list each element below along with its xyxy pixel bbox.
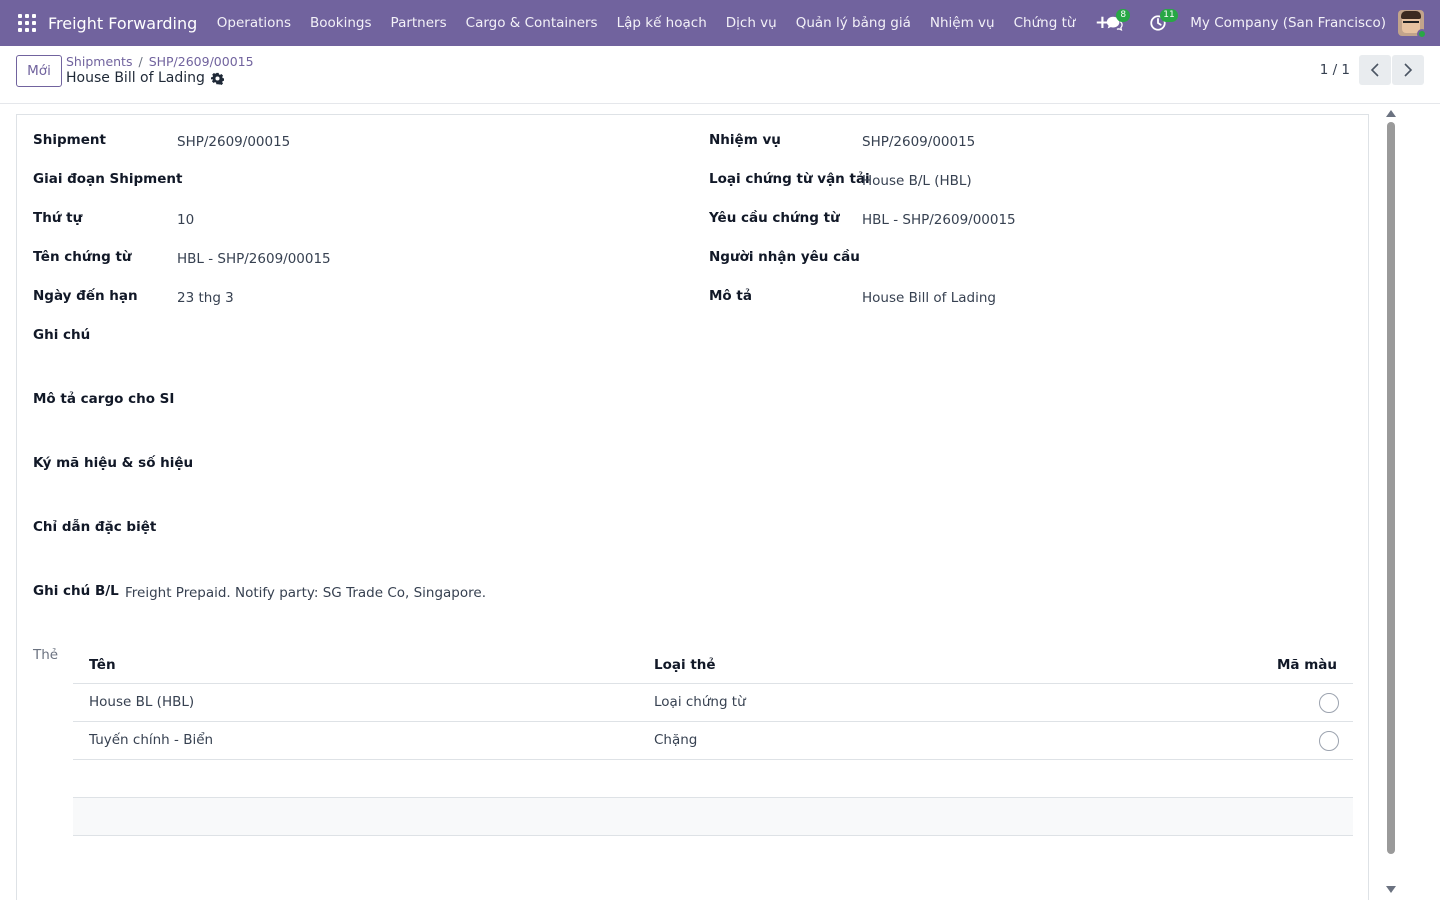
form-sheet: Shipment SHP/2609/00015 Giai đoạn Shipme… — [16, 114, 1369, 900]
field-description[interactable]: House Bill of Lading — [862, 290, 996, 306]
messages-badge: 8 — [1116, 9, 1131, 22]
apps-menu-icon[interactable] — [18, 14, 36, 32]
field-bl-note[interactable]: Freight Prepaid. Notify party: SG Trade … — [125, 585, 486, 601]
menu-item-operations[interactable]: Operations — [207, 0, 300, 46]
avatar-glasses — [1403, 21, 1419, 25]
breadcrumb-shipments[interactable]: Shipments — [66, 54, 132, 69]
main-menu: Operations Bookings Partners Cargo & Con… — [207, 0, 1120, 46]
table-header: Tên Loại thẻ Mã màu — [73, 645, 1353, 684]
navbar-systray: 8 11 My Company (San Francisco) — [1102, 0, 1440, 46]
record-title: House Bill of Lading — [66, 70, 224, 86]
field-label-bl-note: Ghi chú B/L — [33, 583, 119, 599]
field-label-description: Mô tả — [709, 288, 752, 304]
new-button[interactable]: Mới — [16, 55, 62, 87]
field-label-marks-numbers: Ký mã hiệu & số hiệu — [33, 455, 194, 471]
field-label-shipment: Shipment — [33, 132, 106, 148]
scrollbar-thumb[interactable] — [1387, 122, 1395, 854]
online-status-icon — [1417, 29, 1427, 39]
field-document-name[interactable]: HBL - SHP/2609/00015 — [177, 251, 331, 267]
empty-table-row — [73, 760, 1353, 798]
gear-icon[interactable] — [210, 72, 224, 85]
top-navbar: Freight Forwarding Operations Bookings P… — [0, 0, 1440, 46]
form-scrollbar[interactable] — [1383, 110, 1399, 900]
avatar-hair — [1401, 11, 1421, 19]
menu-item-tasks[interactable]: Nhiệm vụ — [920, 0, 1004, 46]
field-label-shipment-stage: Giai đoạn Shipment — [33, 171, 183, 187]
breadcrumb-shipment-record[interactable]: SHP/2609/00015 — [149, 54, 254, 69]
chat-icon[interactable]: 8 — [1102, 0, 1131, 46]
control-panel: Mới Shipments / SHP/2609/00015 House Bill … — [0, 46, 1440, 104]
color-picker-icon[interactable] — [1319, 693, 1339, 713]
tag-type: Chặng — [654, 732, 698, 748]
tags-table: Tên Loại thẻ Mã màu House BL (HBL) Loại … — [73, 645, 1353, 836]
color-picker-icon[interactable] — [1319, 731, 1339, 751]
chevron-right-icon — [1404, 63, 1413, 77]
tag-name: House BL (HBL) — [89, 694, 195, 710]
field-label-task: Nhiệm vụ — [709, 132, 781, 148]
field-label-request-recipient: Người nhận yêu cầu — [709, 249, 860, 265]
field-label-document-name: Tên chứng từ — [33, 249, 132, 265]
app-brand[interactable]: Freight Forwarding — [48, 14, 197, 33]
user-avatar[interactable] — [1398, 10, 1427, 39]
activities-badge: 11 — [1160, 9, 1178, 22]
field-label-note: Ghi chú — [33, 327, 91, 343]
scroll-down-arrow-icon[interactable] — [1386, 886, 1396, 893]
pager-value[interactable]: 1 / 1 — [1320, 62, 1350, 78]
field-label-sequence: Thứ tự — [33, 210, 83, 226]
menu-item-bookings[interactable]: Bookings — [301, 0, 382, 46]
table-row[interactable]: Tuyến chính - Biển Chặng — [73, 722, 1353, 760]
field-label-transport-doc-type: Loại chứng từ vận tải — [709, 171, 870, 187]
chevron-left-icon — [1370, 63, 1379, 77]
field-task[interactable]: SHP/2609/00015 — [862, 134, 975, 150]
column-header-name[interactable]: Tên — [89, 657, 116, 673]
field-label-special-instructions: Chỉ dẫn đặc biệt — [33, 519, 157, 535]
menu-item-planning[interactable]: Lập kế hoạch — [607, 0, 716, 46]
tag-type: Loại chứng từ — [654, 694, 746, 710]
breadcrumb-separator: / — [138, 54, 143, 69]
field-transport-doc-type[interactable]: House B/L (HBL) — [862, 173, 972, 189]
menu-item-documents[interactable]: Chứng từ — [1004, 0, 1085, 46]
empty-table-row — [73, 798, 1353, 836]
menu-item-services[interactable]: Dịch vụ — [716, 0, 786, 46]
scroll-up-arrow-icon[interactable] — [1386, 110, 1396, 117]
menu-item-cargo-containers[interactable]: Cargo & Containers — [456, 0, 607, 46]
tag-name: Tuyến chính - Biển — [89, 732, 214, 748]
tags-section-label: Thẻ — [33, 647, 59, 663]
field-sequence[interactable]: 10 — [177, 212, 194, 228]
menu-item-pricing[interactable]: Quản lý bảng giá — [786, 0, 920, 46]
company-switcher[interactable]: My Company (San Francisco) — [1190, 15, 1386, 31]
field-shipment[interactable]: SHP/2609/00015 — [177, 134, 290, 150]
field-due-date[interactable]: 23 thg 3 — [177, 290, 234, 306]
column-header-color[interactable]: Mã màu — [1277, 657, 1337, 673]
table-row[interactable]: House BL (HBL) Loại chứng từ — [73, 684, 1353, 722]
field-label-document-request: Yêu cầu chứng từ — [709, 210, 840, 226]
column-header-tag-type[interactable]: Loại thẻ — [654, 657, 716, 673]
record-title-text: House Bill of Lading — [66, 70, 205, 86]
field-label-cargo-description-si: Mô tả cargo cho SI — [33, 391, 175, 407]
pager-previous-button[interactable] — [1359, 55, 1391, 85]
breadcrumb: Shipments / SHP/2609/00015 — [66, 54, 254, 69]
menu-item-partners[interactable]: Partners — [381, 0, 456, 46]
field-label-due-date: Ngày đến hạn — [33, 288, 138, 304]
pager-next-button[interactable] — [1392, 55, 1424, 85]
field-document-request[interactable]: HBL - SHP/2609/00015 — [862, 212, 1016, 228]
clock-icon[interactable]: 11 — [1146, 0, 1178, 46]
